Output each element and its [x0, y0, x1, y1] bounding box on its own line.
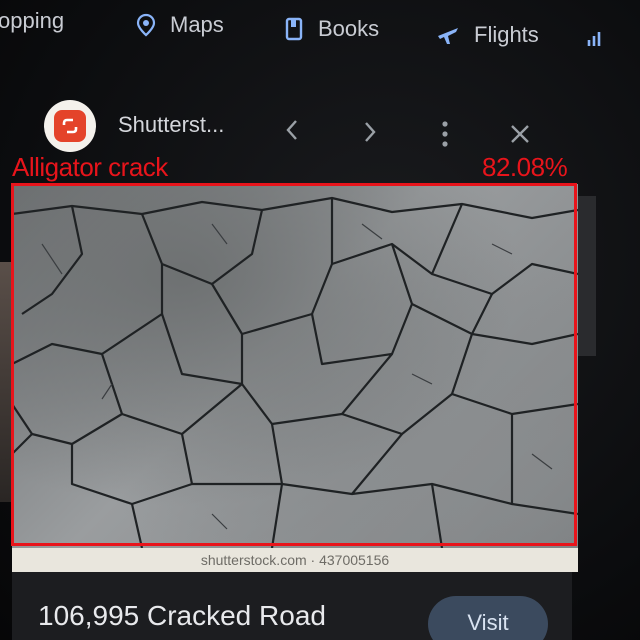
adjacent-image-right[interactable]	[578, 196, 596, 356]
previous-button[interactable]	[284, 118, 300, 147]
more-vert-icon	[440, 120, 450, 153]
book-icon	[284, 17, 304, 41]
tab-flights[interactable]: Flights	[436, 22, 539, 48]
tab-books[interactable]: Books	[284, 16, 379, 42]
chevron-left-icon	[284, 118, 300, 147]
visit-button[interactable]: Visit	[428, 596, 548, 640]
detection-bounding-box	[11, 183, 577, 546]
tab-flights-label: Flights	[474, 22, 539, 47]
site-logo[interactable]	[44, 100, 96, 152]
image-watermark: shutterstock.com · 437005156	[12, 548, 578, 572]
tab-books-label: Books	[318, 16, 380, 41]
search-tabs: opping Maps Books Flights	[0, 0, 640, 62]
more-options-button[interactable]	[440, 120, 450, 153]
close-button[interactable]	[508, 122, 532, 151]
tab-finance[interactable]	[586, 28, 618, 48]
screen: opping Maps Books Flights Shutterst... s…	[0, 0, 640, 640]
close-icon	[508, 122, 532, 151]
shutterstock-logo-icon	[54, 110, 86, 142]
chevron-right-icon	[362, 120, 378, 149]
tab-shopping[interactable]: opping	[0, 8, 64, 34]
detection-label: Alligator crack	[12, 152, 168, 182]
site-name[interactable]: Shutterst...	[118, 112, 224, 138]
tab-maps[interactable]: Maps	[136, 12, 224, 38]
tab-maps-label: Maps	[170, 12, 224, 37]
tab-shopping-label: opping	[0, 8, 65, 33]
next-button[interactable]	[362, 120, 378, 149]
map-pin-icon	[136, 13, 156, 37]
detection-score: 82.08%	[482, 152, 568, 182]
result-title[interactable]: 106,995 Cracked Road	[38, 600, 326, 632]
finance-icon	[586, 28, 604, 48]
airplane-icon	[436, 23, 460, 47]
